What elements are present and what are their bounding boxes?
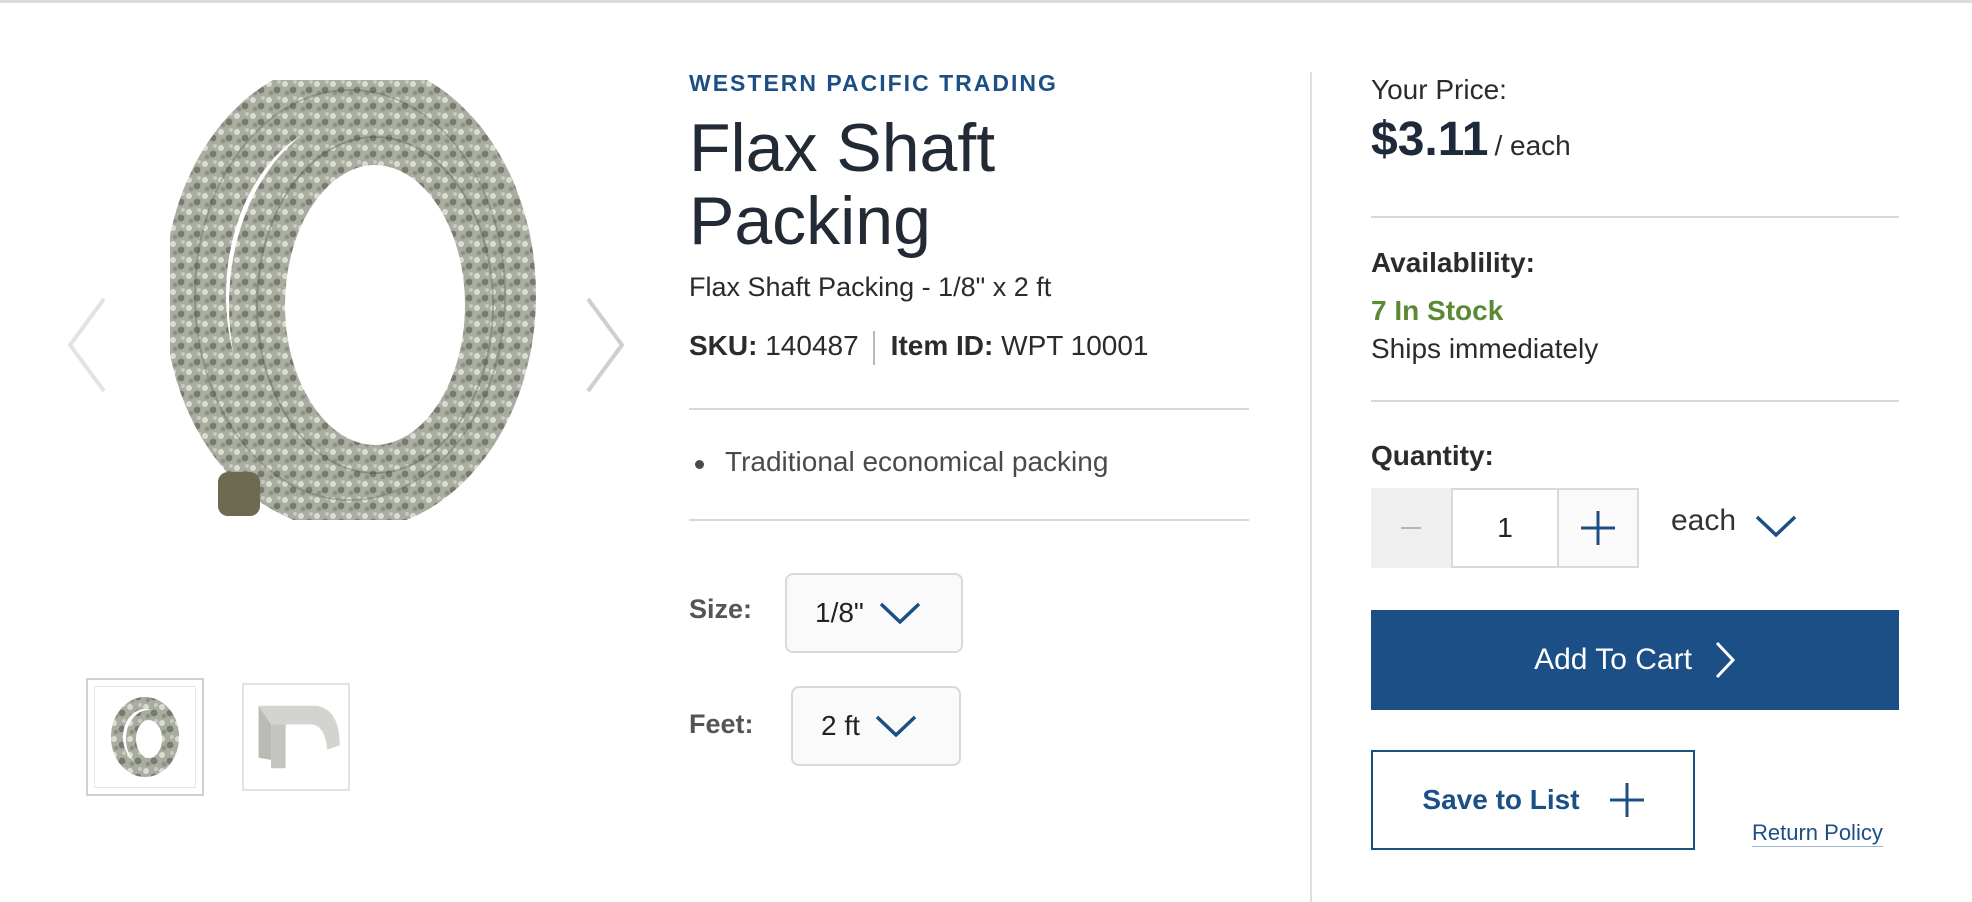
thumbnail-frame [94, 686, 196, 788]
price-amount: $3.11 [1371, 113, 1489, 166]
thumbnail-2[interactable] [242, 683, 350, 791]
price: $3.11/ each [1371, 112, 1571, 167]
quantity-label: Quantity: [1371, 440, 1494, 471]
thumbnail-image [258, 705, 340, 769]
feature-item: Traditional economical packing [689, 446, 1108, 478]
item-id-value: WPT 10001 [1001, 330, 1149, 361]
chevron-left-icon [67, 297, 106, 393]
price-unit: / each [1494, 130, 1571, 161]
item-id-label: Item ID: [890, 330, 994, 361]
product-identifiers: SKU: 140487 Item ID: WPT 10001 [689, 330, 1148, 365]
shipping-status: Ships immediately [1371, 333, 1599, 364]
size-select[interactable]: 1/8" [785, 573, 963, 653]
product-main-image [170, 80, 536, 520]
product-gallery [0, 0, 660, 902]
sku-value: 140487 [765, 330, 859, 361]
feature-list: Traditional economical packing [689, 446, 1108, 478]
feet-select[interactable]: 2 ft [791, 686, 961, 766]
unit-select[interactable]: each [1671, 503, 1798, 539]
chevron-down-icon [879, 602, 921, 625]
divider [1371, 400, 1899, 402]
size-label: Size: [689, 594, 753, 624]
minus-icon [1401, 527, 1421, 529]
divider [689, 519, 1249, 521]
chevron-down-icon [875, 715, 917, 738]
id-separator [872, 330, 875, 365]
brand-link[interactable]: WESTERN PACIFIC TRADING [689, 70, 1058, 97]
chevron-right-icon [586, 297, 625, 393]
thumbnail-image [111, 697, 179, 777]
column-divider [1310, 72, 1312, 902]
product-subtitle: Flax Shaft Packing - 1/8" x 2 ft [689, 272, 1052, 302]
add-to-cart-label: Add To Cart [1534, 643, 1692, 676]
gallery-prev-button[interactable] [62, 295, 112, 395]
return-policy-link[interactable]: Return Policy [1752, 820, 1883, 847]
divider [1371, 216, 1899, 218]
thumbnail-1[interactable] [86, 678, 204, 796]
plus-icon [1609, 783, 1644, 817]
quantity-increase-button[interactable] [1559, 488, 1639, 568]
save-to-list-label: Save to List [1422, 784, 1580, 815]
unit-value: each [1671, 504, 1737, 537]
quantity-input[interactable] [1451, 488, 1559, 568]
gallery-next-button[interactable] [580, 295, 630, 395]
feet-value: 2 ft [821, 710, 860, 741]
availability-label: Availablility: [1371, 247, 1535, 278]
add-to-cart-button[interactable]: Add To Cart [1371, 610, 1899, 710]
quantity-decrease-button[interactable] [1371, 488, 1451, 568]
sku-label: SKU: [689, 330, 758, 361]
feet-label: Feet: [689, 709, 754, 739]
divider [689, 408, 1249, 410]
chevron-down-icon [1755, 515, 1797, 538]
chevron-right-icon [1715, 641, 1735, 679]
save-to-list-button[interactable]: Save to List [1371, 750, 1695, 850]
size-value: 1/8" [815, 597, 864, 628]
plus-icon [1581, 511, 1615, 545]
product-title: Flax Shaft Packing [689, 110, 996, 259]
stock-status: 7 In Stock [1371, 295, 1504, 326]
price-label: Your Price: [1371, 74, 1507, 105]
